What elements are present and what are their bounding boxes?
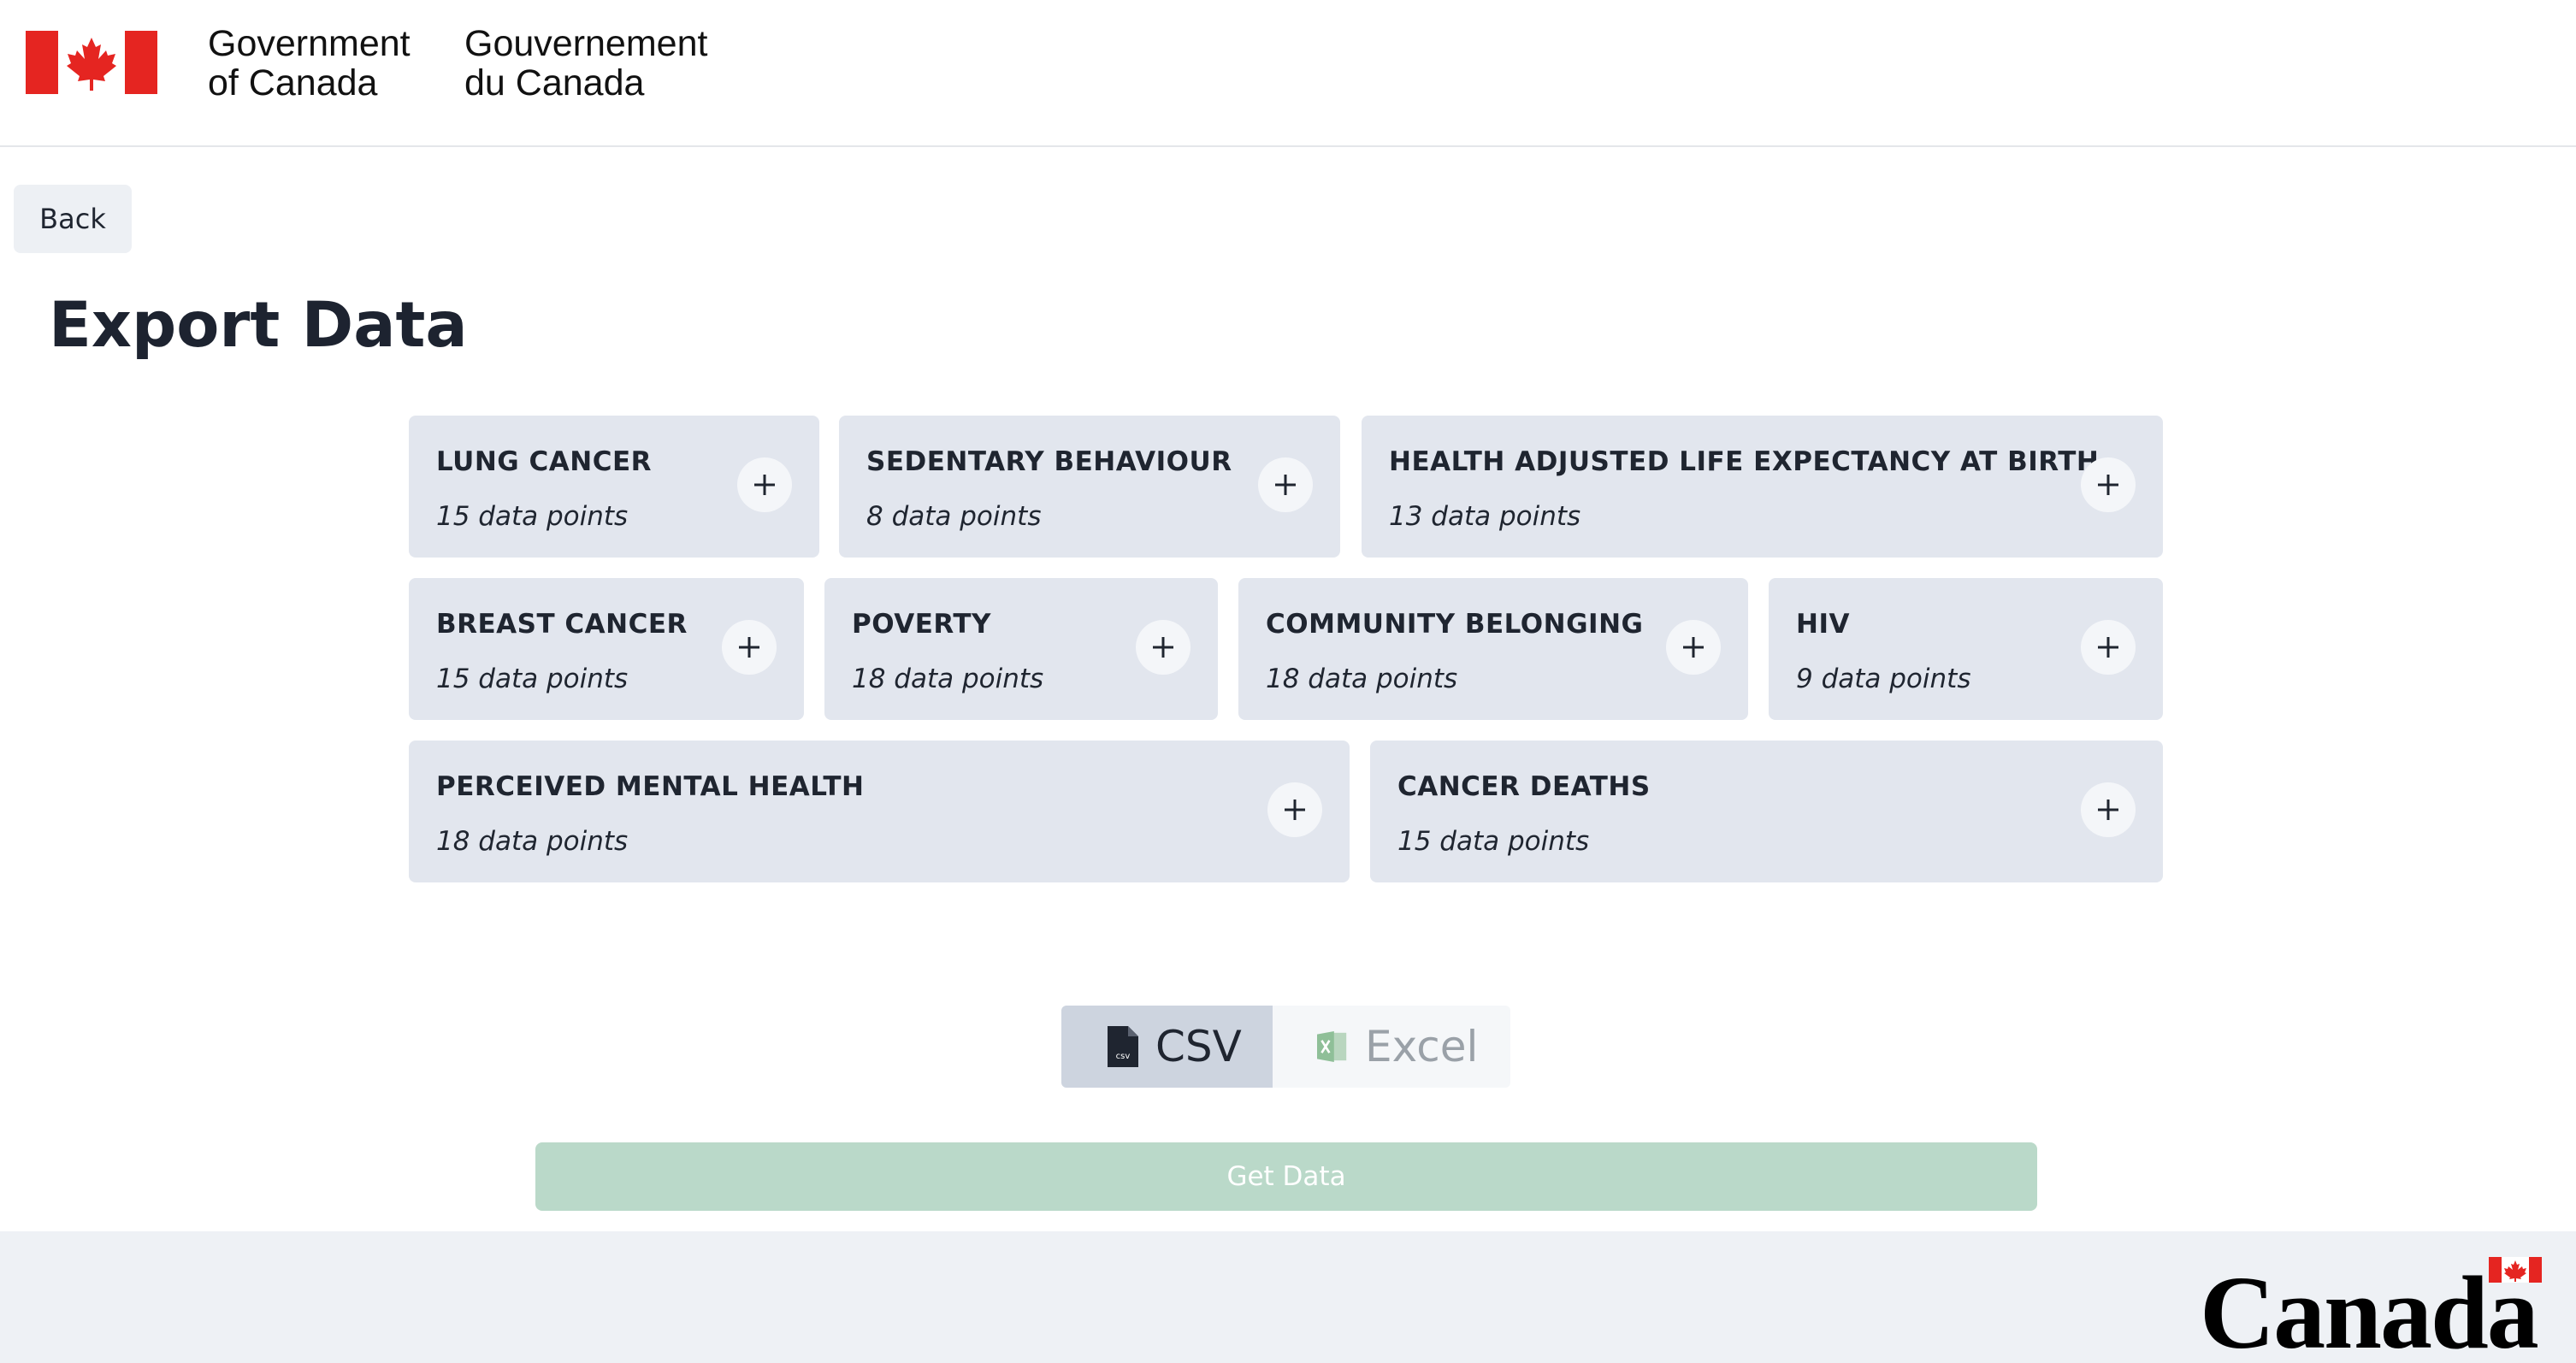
dataset-name: PERCEIVED MENTAL HEALTH [436, 771, 865, 802]
dataset-card-lung-cancer[interactable]: LUNG CANCER 15 data points [409, 416, 819, 558]
dataset-count: 18 data points [852, 664, 1044, 694]
site-footer [0, 1231, 2576, 1363]
add-dataset-button[interactable] [2081, 620, 2136, 675]
plus-icon [2098, 800, 2118, 820]
dataset-card-hiv[interactable]: HIV 9 data points [1769, 578, 2163, 720]
excel-format-button[interactable]: Excel [1273, 1006, 1510, 1088]
dataset-name: HIV [1796, 609, 1850, 640]
plus-icon [1683, 637, 1704, 658]
dataset-count: 13 data points [1389, 501, 1581, 532]
csv-label: CSV [1155, 1022, 1242, 1071]
dataset-name: HEALTH ADJUSTED LIFE EXPECTANCY AT BIRTH [1389, 446, 2100, 477]
signature-en-line1: Government [208, 23, 411, 64]
get-data-button[interactable]: Get Data [535, 1142, 2037, 1211]
dataset-count: 15 data points [1397, 826, 1590, 857]
export-format-toggle: csv CSV Excel [1061, 1006, 1510, 1088]
dataset-card-poverty[interactable]: POVERTY 18 data points [824, 578, 1218, 720]
dataset-card-perceived-mental-health[interactable]: PERCEIVED MENTAL HEALTH 18 data points [409, 741, 1350, 882]
dataset-card-community-belonging[interactable]: COMMUNITY BELONGING 18 data points [1238, 578, 1748, 720]
canada-wordmark-logo: Canada [2200, 1255, 2542, 1356]
plus-icon [754, 475, 775, 495]
dataset-name: SEDENTARY BEHAVIOUR [866, 446, 1232, 477]
dataset-name: BREAST CANCER [436, 609, 688, 640]
dataset-count: 9 data points [1796, 664, 1971, 694]
excel-label: Excel [1365, 1022, 1479, 1071]
dataset-name: POVERTY [852, 609, 991, 640]
plus-icon [2098, 475, 2118, 495]
csv-format-button[interactable]: csv CSV [1061, 1006, 1273, 1088]
plus-icon [739, 637, 759, 658]
signature-fr-line2: du Canada [464, 62, 645, 103]
plus-icon [2098, 637, 2118, 658]
dataset-card-cancer-deaths[interactable]: CANCER DEATHS 15 data points [1370, 741, 2163, 882]
dataset-count: 15 data points [436, 501, 629, 532]
dataset-count: 8 data points [866, 501, 1042, 532]
canada-flag-icon [26, 31, 157, 94]
dataset-count: 15 data points [436, 664, 629, 694]
government-of-canada-signature: Government of Canada [208, 24, 411, 103]
signature-fr-line1: Gouvernement [464, 23, 708, 64]
add-dataset-button[interactable] [737, 457, 792, 512]
add-dataset-button[interactable] [722, 620, 777, 675]
dataset-card-sedentary-behaviour[interactable]: SEDENTARY BEHAVIOUR 8 data points [839, 416, 1340, 558]
add-dataset-button[interactable] [1258, 457, 1313, 512]
signature-en-line2: of Canada [208, 62, 378, 103]
dataset-card-health-adjusted-life-expectancy[interactable]: HEALTH ADJUSTED LIFE EXPECTANCY AT BIRTH… [1362, 416, 2163, 558]
dataset-count: 18 data points [1266, 664, 1458, 694]
csv-file-icon: csv [1108, 1026, 1138, 1067]
dataset-name: CANCER DEATHS [1397, 771, 1651, 802]
add-dataset-button[interactable] [2081, 457, 2136, 512]
excel-file-icon [1317, 1031, 1347, 1062]
plus-icon [1153, 637, 1173, 658]
add-dataset-button[interactable] [2081, 782, 2136, 837]
dataset-name: COMMUNITY BELONGING [1266, 609, 1644, 640]
plus-icon [1275, 475, 1296, 495]
dataset-count: 18 data points [436, 826, 629, 857]
add-dataset-button[interactable] [1666, 620, 1721, 675]
svg-text:csv: csv [1116, 1052, 1131, 1061]
gouvernement-du-canada-signature: Gouvernement du Canada [464, 24, 707, 103]
dataset-name: LUNG CANCER [436, 446, 652, 477]
svg-text:Canada: Canada [2200, 1255, 2538, 1356]
back-button[interactable]: Back [14, 185, 132, 253]
add-dataset-button[interactable] [1267, 782, 1322, 837]
site-header: Government of Canada Gouvernement du Can… [0, 0, 2576, 147]
plus-icon [1285, 800, 1305, 820]
add-dataset-button[interactable] [1136, 620, 1191, 675]
dataset-card-breast-cancer[interactable]: BREAST CANCER 15 data points [409, 578, 804, 720]
page-title: Export Data [49, 289, 468, 362]
